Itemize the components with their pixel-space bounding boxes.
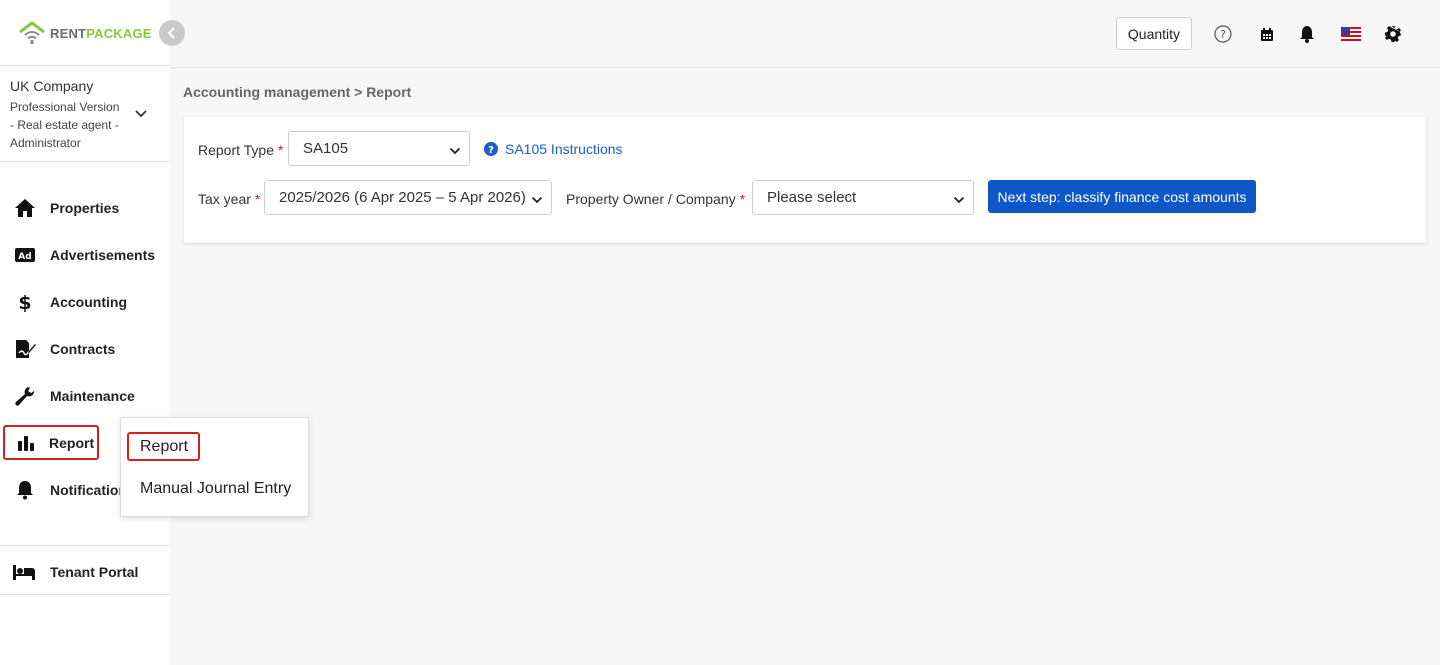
divider <box>0 65 170 66</box>
sa105-instructions-link[interactable]: ? SA105 Instructions <box>484 141 623 157</box>
breadcrumb: Accounting management > Report <box>183 84 412 100</box>
company-name: UK Company <box>10 78 94 94</box>
contract-icon <box>16 340 36 358</box>
logo-text-package: PACKAGE <box>86 25 152 41</box>
sidebar-item-label: Contracts <box>50 341 116 357</box>
instructions-link-text: SA105 Instructions <box>505 141 623 157</box>
chevron-down-icon[interactable] <box>134 106 148 124</box>
sidebar-item-contracts[interactable]: Contracts <box>0 331 170 367</box>
company-detail: Professional Version - Real estate agent… <box>10 100 120 150</box>
report-type-select[interactable]: SA105 <box>288 131 470 166</box>
divider <box>0 594 170 595</box>
tax-year-label: Tax year * <box>198 191 260 207</box>
required-mark: * <box>278 142 284 158</box>
submenu-item-manual-journal-entry[interactable]: Manual Journal Entry <box>140 480 291 498</box>
svg-text:Ad: Ad <box>18 252 31 262</box>
us-flag-icon[interactable] <box>1341 25 1361 43</box>
report-type-label-text: Report Type <box>198 142 275 158</box>
gear-icon[interactable] <box>1384 25 1402 43</box>
report-submenu: Report Manual Journal Entry <box>120 417 309 517</box>
report-type-value: SA105 <box>303 140 349 157</box>
next-step-button[interactable]: Next step: classify finance cost amounts <box>988 180 1256 213</box>
sidebar-item-label: Advertisements <box>50 247 156 263</box>
dollar-icon: $ <box>18 292 31 312</box>
logo-text-rent: RENT <box>50 25 87 41</box>
tax-year-select[interactable]: 2025/2026 (6 Apr 2025 – 5 Apr 2026) <box>264 180 552 215</box>
sidebar-item-report[interactable]: Report <box>3 425 99 460</box>
property-owner-label: Property Owner / Company * <box>566 191 745 207</box>
chevron-left-icon <box>167 27 175 39</box>
logo[interactable]: RENTPACKAGE <box>18 20 152 46</box>
sidebar-item-label: Accounting <box>50 294 127 310</box>
required-mark: * <box>254 191 261 207</box>
chevron-down-icon <box>449 143 461 160</box>
sidebar: RENTPACKAGE UK Company Professional Vers… <box>0 0 170 665</box>
sidebar-item-label: Properties <box>50 200 120 216</box>
help-circle-icon: ? <box>484 142 498 156</box>
chevron-down-icon <box>531 192 543 209</box>
sidebar-item-maintenance[interactable]: Maintenance <box>0 378 170 414</box>
sidebar-item-label: Maintenance <box>50 388 135 404</box>
collapse-sidebar-button[interactable] <box>159 20 185 46</box>
calendar-icon[interactable] <box>1258 25 1276 43</box>
chevron-down-icon <box>953 192 965 209</box>
ad-icon: Ad <box>15 248 35 262</box>
svg-text:?: ? <box>1220 28 1226 41</box>
required-mark: * <box>739 191 746 207</box>
divider <box>0 161 170 162</box>
property-owner-value: Please select <box>767 189 857 206</box>
svg-text:$: $ <box>18 292 31 312</box>
help-icon[interactable]: ? <box>1214 25 1232 43</box>
submenu-item-report[interactable]: Report <box>127 432 200 461</box>
sidebar-item-properties[interactable]: Properties <box>0 190 170 226</box>
svg-text:?: ? <box>488 145 494 156</box>
report-form-panel: Report Type * SA105 ? SA105 Instructions … <box>184 117 1426 243</box>
sidebar-item-accounting[interactable]: $ Accounting <box>0 284 170 320</box>
company-switcher[interactable]: UK Company Professional Version - Real e… <box>10 78 160 152</box>
property-owner-label-text: Property Owner / Company <box>566 191 736 207</box>
sidebar-item-advertisements[interactable]: Ad Advertisements <box>0 237 170 273</box>
sidebar-item-label: Tenant Portal <box>50 564 139 580</box>
home-icon <box>15 199 35 217</box>
quantity-button[interactable]: Quantity <box>1116 17 1192 50</box>
bell-icon <box>17 481 33 500</box>
bar-chart-icon <box>18 435 34 451</box>
top-bar: Quantity ? <box>170 0 1440 68</box>
wrench-icon <box>15 387 35 406</box>
sidebar-item-tenant-portal[interactable]: Tenant Portal <box>0 554 170 590</box>
divider <box>0 545 170 546</box>
tax-year-label-text: Tax year <box>198 191 251 207</box>
wifi-house-icon <box>19 21 45 44</box>
tax-year-value: 2025/2026 (6 Apr 2025 – 5 Apr 2026) <box>279 189 526 206</box>
property-owner-select[interactable]: Please select <box>752 180 974 215</box>
sidebar-item-label: Report <box>49 434 95 451</box>
report-type-label: Report Type * <box>198 142 283 158</box>
notification-bell-icon[interactable] <box>1298 25 1316 43</box>
bed-icon <box>13 565 35 580</box>
